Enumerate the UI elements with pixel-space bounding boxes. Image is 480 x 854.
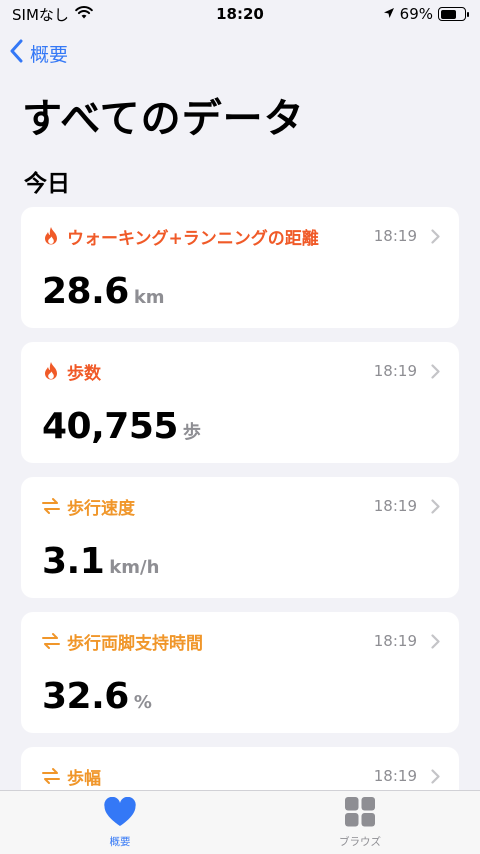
value-unit: % — [133, 692, 152, 713]
heart-icon — [103, 796, 137, 831]
card-title: 歩幅 — [67, 768, 101, 789]
card-time: 18:19 — [373, 362, 417, 380]
card-time: 18:19 — [373, 227, 417, 245]
card-steps[interactable]: 歩数 18:19 40,755 歩 — [21, 342, 459, 463]
card-walking-running-distance[interactable]: ウォーキング+ランニングの距離 18:19 28.6 km — [21, 207, 459, 328]
value-number: 40,755 — [42, 406, 178, 447]
tab-browse[interactable]: ブラウズ — [240, 791, 480, 854]
back-label: 概要 — [30, 43, 69, 66]
back-button[interactable]: 概要 — [10, 38, 68, 68]
value-number: 32.6 — [42, 676, 129, 717]
card-value: 28.6 km — [42, 271, 165, 312]
value-number: 28.6 — [42, 271, 129, 312]
flame-icon — [41, 360, 61, 382]
card-header: 歩幅 18:19 — [41, 765, 441, 789]
card-header: ウォーキング+ランニングの距離 18:19 — [41, 225, 441, 249]
value-unit: 歩 — [182, 422, 201, 443]
card-title: 歩行両脚支持時間 — [67, 633, 203, 654]
status-bar: SIMなし 18:20 69% — [0, 0, 480, 28]
card-time: 18:19 — [373, 767, 417, 785]
section-title: 今日 — [24, 171, 70, 197]
card-value: 32.6 % — [42, 676, 152, 717]
card-header: 歩数 18:19 — [41, 360, 441, 384]
card-title: ウォーキング+ランニングの距離 — [67, 228, 319, 249]
card-value: 40,755 歩 — [42, 406, 201, 447]
value-number: 3.1 — [42, 541, 105, 582]
card-title: 歩行速度 — [67, 498, 135, 519]
chevron-right-icon — [431, 768, 441, 784]
mobility-arrows-icon — [41, 495, 61, 517]
status-left: SIMなし — [12, 4, 93, 25]
card-title: 歩数 — [67, 363, 101, 384]
tab-label: 概要 — [109, 836, 131, 848]
battery-icon — [438, 7, 469, 21]
card-time: 18:19 — [373, 497, 417, 515]
grid-icon — [344, 797, 376, 831]
tab-summary[interactable]: 概要 — [0, 791, 240, 854]
page-title: すべてのデータ — [22, 96, 305, 142]
flame-icon — [41, 225, 61, 247]
chevron-right-icon — [431, 498, 441, 514]
mobility-arrows-icon — [41, 630, 61, 652]
battery-fill — [440, 9, 457, 19]
battery-percent: 69% — [399, 5, 433, 23]
status-right: 69% — [383, 5, 469, 23]
chevron-right-icon — [431, 228, 441, 244]
card-walking-speed[interactable]: 歩行速度 18:19 3.1 km/h — [21, 477, 459, 598]
card-header: 歩行速度 18:19 — [41, 495, 441, 519]
card-double-support-time[interactable]: 歩行両脚支持時間 18:19 32.6 % — [21, 612, 459, 733]
location-arrow-icon — [383, 5, 395, 23]
battery-cap — [467, 12, 469, 17]
carrier-label: SIMなし — [12, 5, 69, 24]
tab-bar: 概要 ブラウズ — [0, 790, 480, 854]
chevron-left-icon — [10, 39, 24, 68]
value-unit: km — [133, 287, 165, 308]
wifi-icon — [75, 5, 93, 23]
card-value: 3.1 km/h — [42, 541, 159, 582]
mobility-arrows-icon — [41, 765, 61, 787]
value-unit: km/h — [109, 557, 160, 578]
chevron-right-icon — [431, 363, 441, 379]
chevron-right-icon — [431, 633, 441, 649]
card-time: 18:19 — [373, 632, 417, 650]
card-header: 歩行両脚支持時間 18:19 — [41, 630, 441, 654]
tab-label: ブラウズ — [339, 836, 381, 848]
